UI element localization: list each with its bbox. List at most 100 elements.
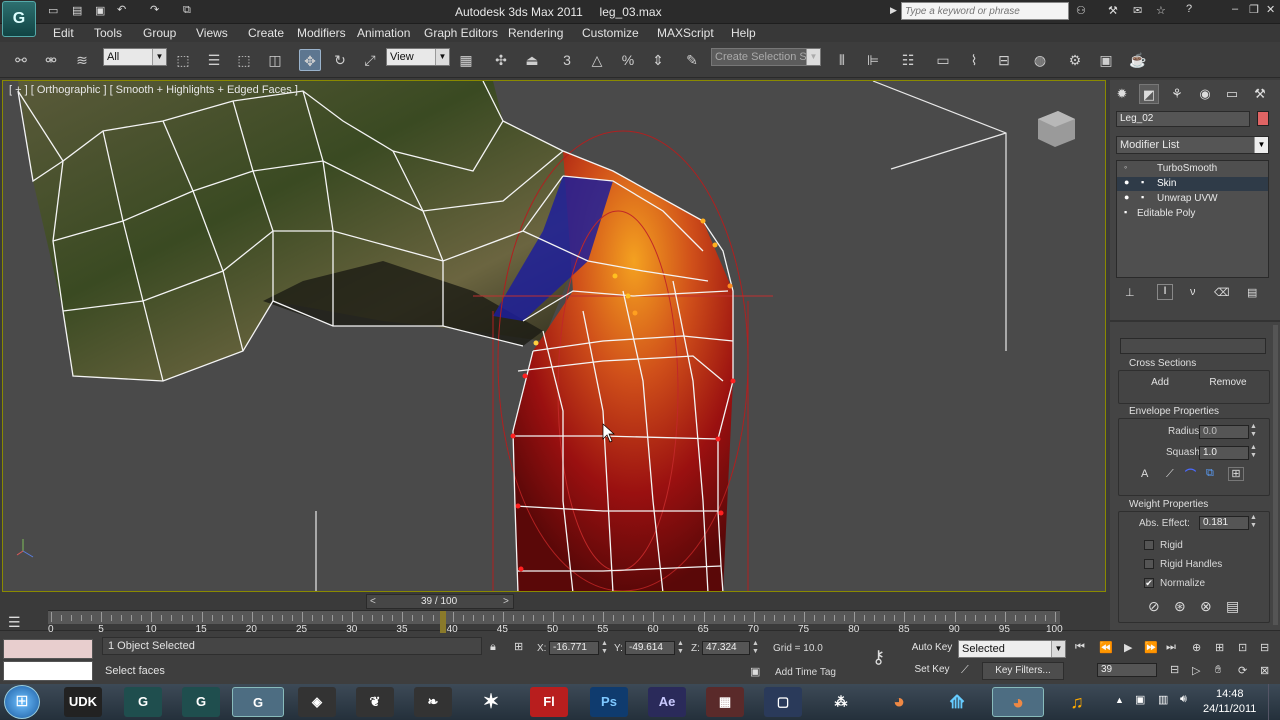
- rigid-handles-checkbox[interactable]: [1144, 559, 1154, 569]
- remove-modifier-icon[interactable]: ⌫: [1214, 286, 1230, 299]
- make-unique-icon[interactable]: ν: [1190, 286, 1196, 298]
- taskbar-chrome-icon[interactable]: ◕: [880, 687, 918, 717]
- rectangular-selection-icon[interactable]: ⬚: [233, 49, 255, 71]
- lightbulb-icon[interactable]: ●: [1124, 192, 1129, 202]
- window-crossing-icon[interactable]: ◫: [264, 49, 286, 71]
- snap-toggle-icon[interactable]: 3: [556, 49, 578, 71]
- project-folder-icon[interactable]: ⧉: [183, 4, 191, 17]
- maxscript-listener-bottom[interactable]: [3, 661, 93, 681]
- align-icon[interactable]: ⊫: [862, 49, 884, 71]
- zoom-icon[interactable]: ⊕: [1192, 641, 1201, 654]
- restore-icon[interactable]: ❐: [1249, 3, 1259, 16]
- taskbar-audio-app-icon[interactable]: ♫: [1058, 687, 1096, 717]
- show-end-result-icon[interactable]: I: [1157, 284, 1173, 300]
- key-tangent-icon[interactable]: ⟋: [961, 664, 969, 677]
- current-frame-field[interactable]: 39: [1097, 663, 1157, 677]
- taskbar-flash[interactable]: Fl: [530, 687, 568, 717]
- taskbar-app-icon[interactable]: ❦: [356, 687, 394, 717]
- lightbulb-icon[interactable]: ●: [1124, 177, 1129, 187]
- menu-animation[interactable]: Animation: [357, 26, 410, 40]
- go-to-end-icon[interactable]: ⏭: [1166, 641, 1176, 654]
- set-key-icon[interactable]: ⚷: [872, 647, 885, 668]
- current-frame-marker[interactable]: [439, 611, 446, 633]
- quick-open-icon[interactable]: ▤: [72, 4, 82, 17]
- set-key-button[interactable]: Set Key: [908, 662, 956, 680]
- auto-key-button[interactable]: Auto Key: [908, 640, 956, 658]
- remove-cross-section-button[interactable]: Remove: [1196, 374, 1260, 394]
- absolute-falloff-icon[interactable]: A: [1141, 468, 1148, 480]
- quick-new-icon[interactable]: ▭: [48, 4, 58, 17]
- motion-tab-icon[interactable]: ◉: [1195, 84, 1215, 104]
- x-coordinate-field[interactable]: -16.771: [549, 641, 599, 655]
- bind-space-warp-icon[interactable]: ≋: [71, 49, 93, 71]
- binoculars-icon[interactable]: ⚇: [1076, 4, 1086, 17]
- z-coordinate-field[interactable]: 47.324: [702, 641, 750, 655]
- time-slider-track[interactable]: < 39 / 100 >: [366, 594, 514, 609]
- select-object-icon[interactable]: ⬚: [172, 49, 194, 71]
- layer-manager-icon[interactable]: ☷: [897, 49, 919, 71]
- material-editor-icon[interactable]: ◍: [1029, 49, 1051, 71]
- edit-named-selection-icon[interactable]: ✎: [681, 49, 703, 71]
- menu-rendering[interactable]: Rendering: [508, 26, 563, 40]
- menu-help[interactable]: Help: [731, 26, 756, 40]
- next-key-icon[interactable]: ⏩: [1144, 641, 1158, 654]
- play-icon[interactable]: ▶: [1124, 641, 1132, 654]
- object-color-swatch[interactable]: [1257, 111, 1269, 126]
- minimize-icon[interactable]: –: [1232, 3, 1238, 15]
- angle-snap-icon[interactable]: △: [586, 49, 608, 71]
- tray-expand-icon[interactable]: ▲: [1115, 695, 1124, 705]
- network-icon[interactable]: ▥: [1158, 693, 1168, 706]
- percent-snap-icon[interactable]: %: [617, 49, 639, 71]
- tray-app-icon[interactable]: ▣: [1135, 693, 1145, 706]
- taskbar-camtasia-icon[interactable]: ▢: [764, 687, 802, 717]
- menu-graph-editors[interactable]: Graph Editors: [424, 26, 498, 40]
- stack-item-skin[interactable]: ● ▪ Skin: [1117, 177, 1268, 191]
- search-input[interactable]: [901, 2, 1069, 20]
- menu-edit[interactable]: Edit: [53, 26, 74, 40]
- pin-stack-icon[interactable]: ⊥: [1125, 286, 1135, 299]
- clock-time[interactable]: 14:48: [1216, 688, 1244, 700]
- key-mode-dropdown[interactable]: Selected ▼: [958, 640, 1066, 658]
- go-to-start-icon[interactable]: ⏮: [1075, 641, 1085, 654]
- mirror-icon[interactable]: ⫴: [831, 49, 853, 71]
- abs-effect-spinner[interactable]: 0.181: [1199, 516, 1249, 530]
- display-tab-icon[interactable]: ▭: [1222, 84, 1242, 104]
- select-rotate-icon[interactable]: ↻: [329, 49, 351, 71]
- spinner-arrows-icon[interactable]: ▲ ▼: [752, 640, 759, 656]
- key-filters-button[interactable]: Key Filters...: [982, 662, 1064, 680]
- curve-editor-icon[interactable]: ⌇: [963, 49, 985, 71]
- squash-spinner[interactable]: 1.0: [1199, 446, 1249, 460]
- keyboard-shortcut-icon[interactable]: ⏏: [521, 49, 543, 71]
- zoom-extents-all-icon[interactable]: ⊟: [1260, 641, 1269, 654]
- expand-icon[interactable]: ▪: [1141, 192, 1144, 202]
- configure-sets-icon[interactable]: ▤: [1247, 286, 1257, 299]
- viewport-label[interactable]: [ + ] [ Orthographic ] [ Smooth + Highli…: [9, 84, 298, 96]
- stack-item-unwrap-uvw[interactable]: ● ▪ Unwrap UVW: [1117, 192, 1268, 206]
- taskbar-app3-icon[interactable]: ⟰: [938, 687, 976, 717]
- menu-group[interactable]: Group: [143, 26, 176, 40]
- start-button-icon[interactable]: ⊞: [4, 685, 40, 719]
- zoom-extents-icon[interactable]: ⊡: [1238, 641, 1247, 654]
- stack-item-turbosmooth[interactable]: ◦ TurboSmooth: [1117, 162, 1268, 176]
- taskbar-3dsmax-1[interactable]: G: [124, 687, 162, 717]
- modify-tab-icon[interactable]: ◩: [1139, 84, 1159, 104]
- menu-create[interactable]: Create: [248, 26, 284, 40]
- taskbar-app2-icon[interactable]: ❧: [414, 687, 452, 717]
- hierarchy-tab-icon[interactable]: ⚘: [1167, 84, 1187, 104]
- mini-curve-toggle-icon[interactable]: ☰: [8, 614, 21, 631]
- menu-tools[interactable]: Tools: [94, 26, 122, 40]
- menu-modifiers[interactable]: Modifiers: [297, 26, 346, 40]
- expand-icon[interactable]: ▪: [1124, 207, 1127, 217]
- menu-maxscript[interactable]: MAXScript: [657, 26, 714, 40]
- graphite-tools-icon[interactable]: ▭: [932, 49, 954, 71]
- exclude-verts-icon[interactable]: ⊘: [1148, 598, 1160, 615]
- maximize-viewport-icon[interactable]: ⊠: [1260, 664, 1269, 677]
- envelope-name-field[interactable]: [1120, 338, 1266, 354]
- next-frame-icon[interactable]: >: [503, 596, 509, 607]
- include-verts-icon[interactable]: ⊛: [1174, 598, 1186, 615]
- rendered-frame-icon[interactable]: ▣: [1095, 49, 1117, 71]
- taskbar-film-icon[interactable]: ▦: [706, 687, 744, 717]
- relative-falloff-icon[interactable]: ⟋: [1166, 468, 1174, 481]
- copy-envelope-icon[interactable]: ⧉: [1206, 467, 1214, 480]
- y-coordinate-field[interactable]: -49.614: [625, 641, 675, 655]
